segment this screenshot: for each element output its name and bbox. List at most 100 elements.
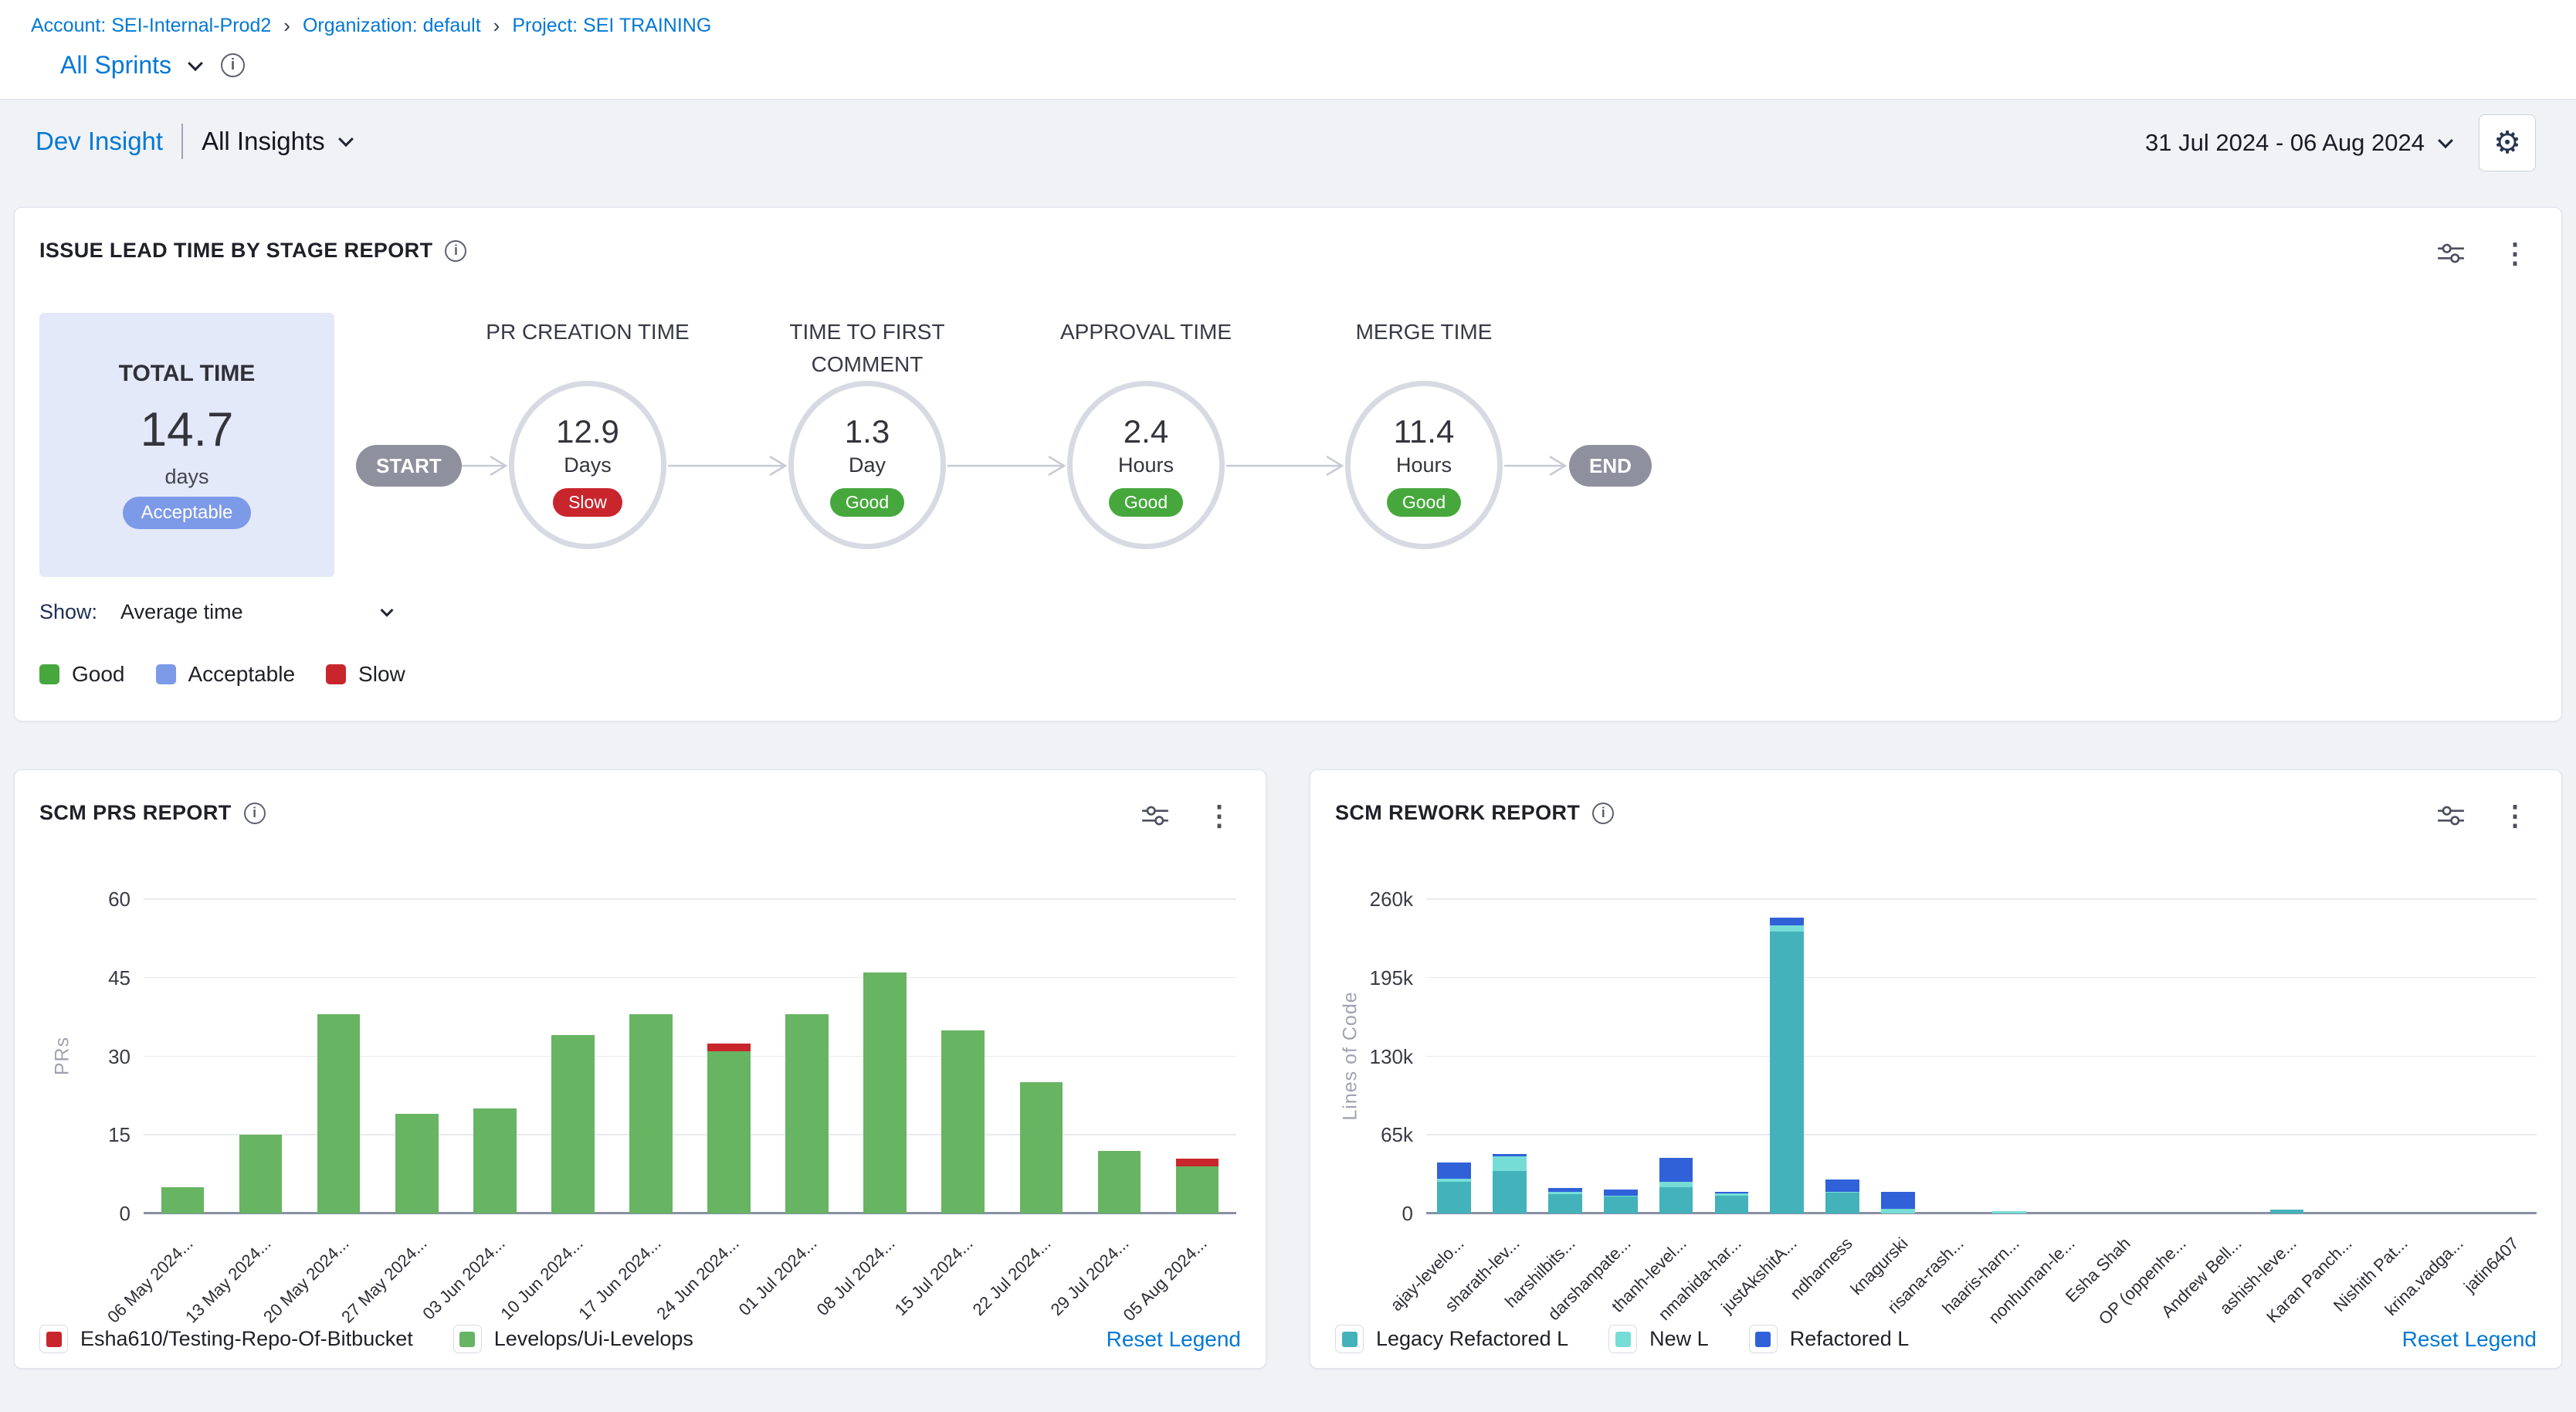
date-range-picker[interactable]: 31 Jul 2024 - 06 Aug 2024	[2145, 129, 2451, 157]
stage-pr-creation-time: PR CREATION TIME 12.9 Days Slow	[464, 316, 711, 549]
bar-segment[interactable]	[1176, 1166, 1219, 1213]
reset-legend-link[interactable]: Reset Legend	[2402, 1327, 2537, 1352]
panel-header: SCM PRS REPORT i	[39, 801, 266, 825]
bar-segment[interactable]	[2270, 1210, 2304, 1213]
bar-segment[interactable]	[1604, 1196, 1638, 1197]
bar-segment[interactable]	[1825, 1193, 1859, 1213]
bar-segment[interactable]	[1825, 1179, 1859, 1192]
bar-segment[interactable]	[1437, 1182, 1471, 1213]
bar-segment[interactable]	[1992, 1211, 2026, 1213]
legend-swatch	[1608, 1325, 1637, 1353]
bar-segment[interactable]	[1604, 1190, 1638, 1196]
bar-segment[interactable]	[1881, 1209, 1915, 1213]
bar-segment[interactable]	[1493, 1156, 1527, 1171]
bar-segment[interactable]	[395, 1114, 439, 1213]
insight-title[interactable]: Dev Insight	[36, 127, 163, 156]
bar-segment[interactable]	[1437, 1163, 1471, 1178]
bar-segment[interactable]	[863, 972, 907, 1213]
bar-segment[interactable]	[707, 1044, 751, 1051]
legend-item[interactable]: Levelops/Ui-Levelops	[453, 1325, 693, 1353]
y-tick-label: 30	[15, 1045, 130, 1069]
legend-item[interactable]: Esha610/Testing-Repo-Of-Bitbucket	[39, 1325, 413, 1353]
legend-item: Good	[39, 662, 125, 687]
show-label: Show:	[39, 600, 97, 624]
x-tick-label: 29 Jul 2024...	[978, 1234, 1134, 1390]
chart-legend-row: Legacy Refactored L New L Refactored L Res…	[1335, 1325, 2537, 1353]
bar-segment[interactable]	[1770, 932, 1804, 1213]
bar-segment[interactable]	[1020, 1082, 1063, 1213]
bar-segment[interactable]	[1825, 1192, 1859, 1193]
filter-sliders-icon[interactable]	[2436, 801, 2466, 830]
date-range-value: 31 Jul 2024 - 06 Aug 2024	[2145, 129, 2425, 157]
bar-segment[interactable]	[1659, 1187, 1693, 1213]
settings-button[interactable]: ⚙	[2479, 114, 2536, 171]
info-icon[interactable]: i	[1592, 803, 1614, 824]
bar-segment[interactable]	[1715, 1196, 1749, 1213]
reset-legend-link[interactable]: Reset Legend	[1107, 1327, 1241, 1352]
sprint-selector[interactable]: All Sprints	[60, 51, 201, 80]
legend-item[interactable]: Refactored L	[1749, 1325, 1910, 1353]
total-time-value: 14.7	[141, 402, 234, 457]
bar-segment[interactable]	[239, 1135, 283, 1213]
bar-segment[interactable]	[1493, 1171, 1527, 1213]
filter-sliders-icon[interactable]	[2436, 239, 2466, 268]
info-icon[interactable]: i	[244, 803, 266, 824]
y-axis: 065k130k195k260k	[1310, 899, 1413, 1213]
bar-segment[interactable]	[1098, 1151, 1141, 1213]
bar-segment[interactable]	[1604, 1196, 1638, 1213]
bar-segment[interactable]	[1548, 1188, 1582, 1192]
x-tick-label: 06 May 2024...	[41, 1234, 197, 1390]
bar-segment[interactable]	[1176, 1159, 1219, 1166]
bar-segment[interactable]	[551, 1035, 595, 1213]
bar-segment[interactable]	[785, 1014, 829, 1213]
legend-label: Acceptable	[188, 662, 296, 687]
bar-segment[interactable]	[1659, 1182, 1693, 1186]
panel-toolbar: ⋮	[2436, 801, 2529, 830]
panel-title: SCM REWORK REPORT	[1335, 801, 1580, 825]
stage-circle[interactable]: 12.9 Days Slow	[509, 381, 666, 549]
stage-value: 12.9	[556, 413, 619, 450]
stage-circle[interactable]: 2.4 Hours Good	[1067, 381, 1225, 549]
x-tick-label: 01 Jul 2024...	[665, 1234, 821, 1390]
bar-segment[interactable]	[317, 1014, 361, 1213]
stage-unit: Day	[849, 453, 886, 477]
bar-segment[interactable]	[1770, 918, 1804, 926]
bar-segment[interactable]	[1437, 1179, 1471, 1183]
bar-segment[interactable]	[1548, 1194, 1582, 1213]
bar-segment[interactable]	[629, 1014, 673, 1213]
breadcrumb-organization[interactable]: Organization: default	[303, 15, 481, 37]
kebab-menu-icon[interactable]: ⋮	[2501, 802, 2529, 830]
breadcrumb-account[interactable]: Account: SEI-Internal-Prod2	[31, 15, 271, 37]
kebab-menu-icon[interactable]: ⋮	[1205, 802, 1233, 830]
bar-segment[interactable]	[473, 1108, 517, 1213]
info-icon[interactable]: i	[445, 240, 466, 262]
info-icon[interactable]: i	[221, 53, 245, 77]
insights-dropdown[interactable]: All Insights	[202, 127, 351, 156]
total-time-unit: days	[164, 465, 208, 489]
show-selector[interactable]: Show: Average time	[39, 600, 391, 624]
gridline	[1426, 1134, 2537, 1135]
stage-label: PR CREATION TIME	[486, 316, 689, 381]
top-bar: Account: SEI-Internal-Prod2 › Organizati…	[0, 0, 2576, 100]
insight-switch: Dev Insight All Insights	[36, 124, 351, 159]
bar-segment[interactable]	[1548, 1192, 1582, 1194]
bar-segment[interactable]	[1715, 1192, 1749, 1193]
bar-segment[interactable]	[1659, 1158, 1693, 1182]
legend-item[interactable]: Legacy Refactored L	[1335, 1325, 1568, 1353]
kebab-menu-icon[interactable]: ⋮	[2501, 239, 2529, 267]
y-tick-label: 260k	[1310, 888, 1413, 911]
stage-circle[interactable]: 1.3 Day Good	[788, 381, 946, 549]
filter-sliders-icon[interactable]	[1141, 801, 1170, 830]
stage-circle[interactable]: 11.4 Hours Good	[1345, 381, 1503, 549]
breadcrumb-project[interactable]: Project: SEI TRAINING	[512, 15, 711, 37]
bar-segment[interactable]	[1770, 925, 1804, 932]
bar-segment[interactable]	[1881, 1192, 1915, 1209]
bar-segment[interactable]	[941, 1030, 985, 1213]
legend-item[interactable]: New L	[1608, 1325, 1709, 1353]
chevron-down-icon	[338, 131, 354, 147]
bar-segment[interactable]	[1493, 1154, 1527, 1156]
bar-segment[interactable]	[1715, 1193, 1749, 1195]
bar-segment[interactable]	[707, 1051, 751, 1213]
header-controls: 31 Jul 2024 - 06 Aug 2024 ⚙	[2145, 114, 2536, 171]
bar-segment[interactable]	[161, 1187, 205, 1213]
